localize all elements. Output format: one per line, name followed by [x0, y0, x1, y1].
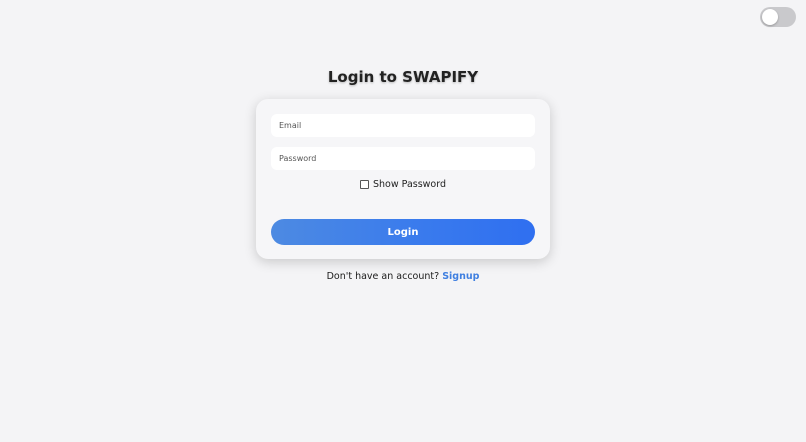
login-button-label: Login — [387, 226, 419, 238]
email-field[interactable] — [271, 114, 535, 137]
signup-prompt-text: Don't have an account? — [326, 271, 443, 282]
show-password-checkbox[interactable] — [359, 180, 369, 189]
signup-link[interactable]: Signup — [442, 271, 479, 282]
login-page: Login to SWAPIFY Show Password Login Don… — [0, 0, 806, 442]
password-field[interactable] — [271, 147, 535, 170]
login-button[interactable]: Login — [271, 219, 535, 245]
show-password-row[interactable]: Show Password — [256, 179, 550, 190]
theme-toggle[interactable] — [760, 7, 796, 27]
show-password-label: Show Password — [372, 179, 447, 190]
toggle-knob — [762, 9, 778, 25]
login-card: Show Password Login — [256, 99, 550, 259]
signup-prompt: Don't have an account? Signup — [0, 271, 806, 282]
page-title: Login to SWAPIFY — [327, 68, 479, 86]
